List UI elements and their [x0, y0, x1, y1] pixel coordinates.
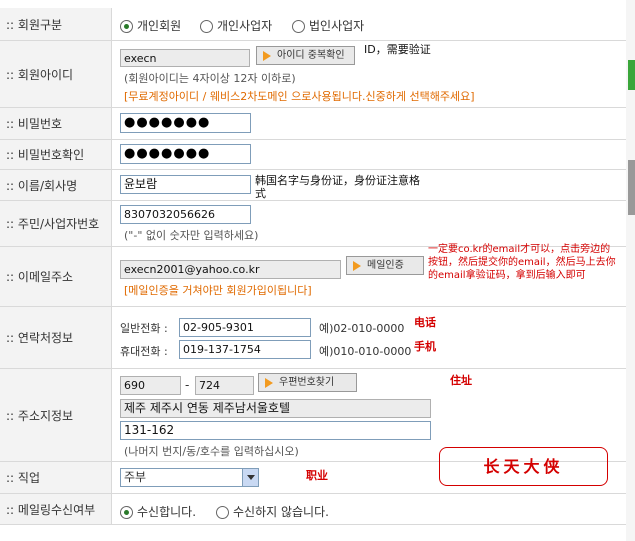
address1-input[interactable]: 제주 제주시 연동 제주남서울호텔: [120, 399, 431, 418]
find-zip-button-label: 우편번호찾기: [279, 377, 335, 388]
address-hint: (나머지 번지/동/호수를 입력하십시오): [124, 445, 299, 458]
password-input[interactable]: ●●●●●●●: [120, 113, 251, 133]
zip1-input[interactable]: 690: [120, 376, 181, 395]
radio-mailing-yes-dot[interactable]: [120, 506, 133, 519]
job-select[interactable]: 주부: [120, 468, 259, 487]
label-password-confirm: :: 비밀번호확인: [0, 140, 112, 169]
annotation-name: 韩国名字与身份证，身份证注意格式: [255, 174, 420, 200]
email-input[interactable]: execn2001@yahoo.co.kr: [120, 260, 341, 279]
password-confirm-input[interactable]: ●●●●●●●: [120, 144, 251, 164]
mobile-example: 예)010-010-0000: [319, 345, 412, 358]
member-id-warning: [무료계정아이디 / 웨비스2차도메인 으로사용됩니다.신중하게 선택해주세요]: [124, 90, 475, 103]
verify-email-button-label: 메일인증: [367, 260, 404, 271]
radio-mailing-no[interactable]: 수신하지 않습니다.: [216, 503, 329, 520]
radio-corporation-dot[interactable]: [292, 20, 305, 33]
check-id-button-label: 아이디 중복확인: [277, 50, 345, 61]
label-email: :: 이메일주소: [0, 247, 112, 306]
name-input[interactable]: 윤보람: [120, 175, 251, 194]
mobile-input[interactable]: 019-137-1754: [179, 340, 311, 359]
label-resident-no: :: 주민/사업자번호: [0, 201, 112, 246]
radio-personal-dot[interactable]: [120, 20, 133, 33]
phone-example: 예)02-010-0000: [319, 322, 405, 335]
email-warning: [메일인증을 거쳐야만 회원가입이됩니다]: [124, 284, 312, 297]
label-job: :: 직업: [0, 462, 112, 493]
job-select-value: 주부: [124, 470, 147, 484]
label-name: :: 이름/회사명: [0, 170, 112, 200]
row-member-type: :: 회원구분 개인회원 개인사업자 법인사업자: [0, 8, 626, 41]
label-password: :: 비밀번호: [0, 108, 112, 139]
arrow-icon: [353, 261, 361, 271]
label-mailing: :: 메일링수신여부: [0, 494, 112, 524]
phone-input[interactable]: 02-905-9301: [179, 318, 311, 337]
label-contact: :: 연락처정보: [0, 307, 112, 368]
address2-input[interactable]: 131-162: [120, 421, 431, 440]
member-id-hint: (회원아이디는 4자이상 12자 이하로): [124, 72, 296, 85]
row-member-id: :: 회원아이디 execn 아이디 중복확인 ID，需要验证 (회원아이디는 …: [0, 41, 626, 108]
label-member-id: :: 회원아이디: [0, 41, 112, 107]
signature-stamp: 长天大侠: [439, 447, 608, 486]
radio-sole-proprietor-label: 개인사업자: [217, 19, 273, 33]
row-contact: :: 연락처정보 일반전화 : 02-905-9301 예)02-010-000…: [0, 307, 626, 369]
row-email: :: 이메일주소 execn2001@yahoo.co.kr 메일인증 [메일인…: [0, 244, 626, 307]
radio-personal[interactable]: 개인회원: [120, 17, 181, 34]
annotation-address: 住址: [450, 374, 472, 387]
chevron-down-icon[interactable]: [242, 469, 258, 486]
resident-no-hint: ("-" 없이 숫자만 입력하세요): [124, 229, 259, 242]
radio-mailing-yes[interactable]: 수신합니다.: [120, 503, 196, 520]
radio-mailing-no-label: 수신하지 않습니다.: [233, 505, 329, 519]
find-zip-button[interactable]: 우편번호찾기: [258, 373, 357, 392]
radio-sole-proprietor[interactable]: 개인사업자: [200, 17, 272, 34]
radio-mailing-no-dot[interactable]: [216, 506, 229, 519]
radio-mailing-yes-label: 수신합니다.: [137, 505, 197, 519]
row-resident-no: :: 주민/사업자번호 8307032056626 ("-" 없이 숫자만 입력…: [0, 201, 626, 247]
radio-corporation[interactable]: 법인사업자: [292, 17, 364, 34]
annotation-mobile: 手机: [414, 340, 436, 353]
zip-separator: -: [185, 378, 190, 392]
annotation-id: ID，需要验证: [364, 43, 431, 56]
radio-sole-proprietor-dot[interactable]: [200, 20, 213, 33]
phone-label: 일반전화 :: [120, 322, 168, 335]
annotation-email: 一定要co.kr的email才可以，点击旁边的按钮，然后提交你的email，然后…: [428, 244, 616, 281]
verify-email-button[interactable]: 메일인증: [346, 256, 424, 275]
annotation-phone: 电话: [414, 316, 436, 329]
radio-personal-label: 개인회원: [137, 19, 182, 33]
row-password: :: 비밀번호 ●●●●●●●: [0, 108, 626, 140]
annotation-job: 职业: [306, 469, 328, 482]
check-id-button[interactable]: 아이디 중복확인: [256, 46, 355, 65]
label-member-type: :: 회원구분: [0, 8, 112, 40]
row-mailing: :: 메일링수신여부 수신합니다. 수신하지 않습니다.: [0, 494, 626, 525]
radio-corporation-label: 법인사업자: [309, 19, 365, 33]
mobile-label: 휴대전화 :: [120, 345, 168, 358]
zip2-input[interactable]: 724: [195, 376, 254, 395]
arrow-icon: [263, 51, 271, 61]
window-edge: [626, 0, 635, 541]
row-password-confirm: :: 비밀번호확인 ●●●●●●●: [0, 140, 626, 170]
label-address: :: 주소지정보: [0, 369, 112, 461]
row-name: :: 이름/회사명 윤보람 韩国名字与身份证，身份证注意格式: [0, 170, 626, 201]
member-id-input[interactable]: execn: [120, 49, 250, 67]
arrow-icon: [265, 378, 273, 388]
resident-no-input[interactable]: 8307032056626: [120, 205, 251, 224]
